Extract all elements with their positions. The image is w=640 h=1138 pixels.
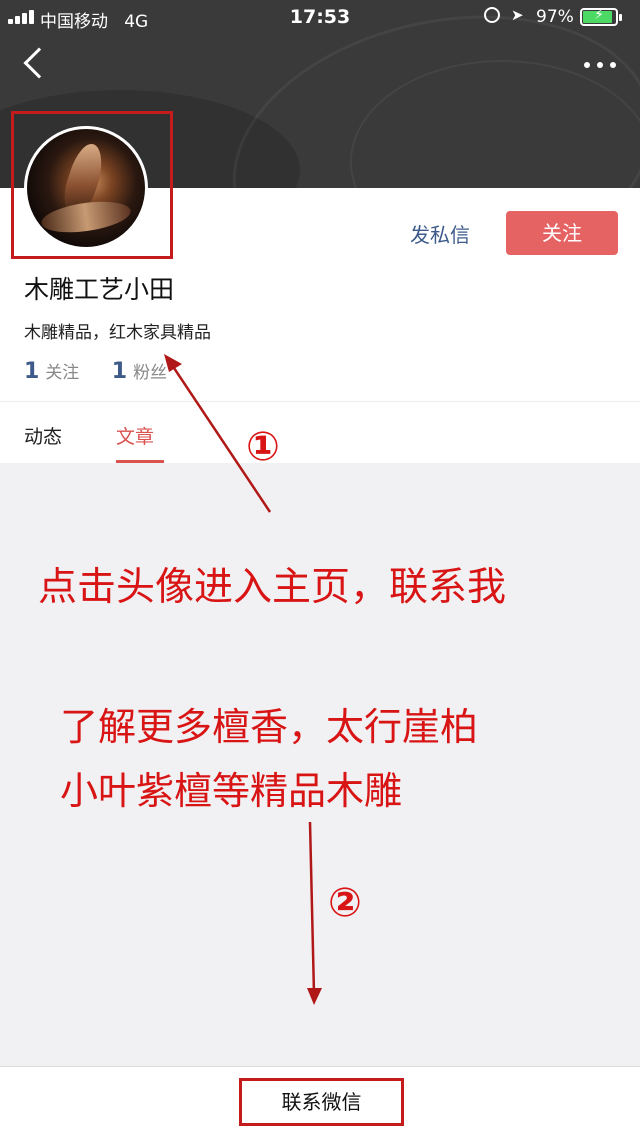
annotation-line-3: 小叶紫檀等精品木雕 <box>60 769 403 813</box>
arrow-to-wechat-button <box>307 821 322 1005</box>
annotation-line-1: 点击头像进入主页，联系我 <box>38 565 507 610</box>
annotation-line-2: 了解更多檀香，太行崖柏 <box>60 705 479 749</box>
annotation-marker-1: ① <box>246 424 280 470</box>
bottom-bar: 联系微信 <box>0 1066 640 1138</box>
annotation-marker-2: ② <box>328 880 362 926</box>
contact-wechat-button[interactable]: 联系微信 <box>239 1078 404 1126</box>
